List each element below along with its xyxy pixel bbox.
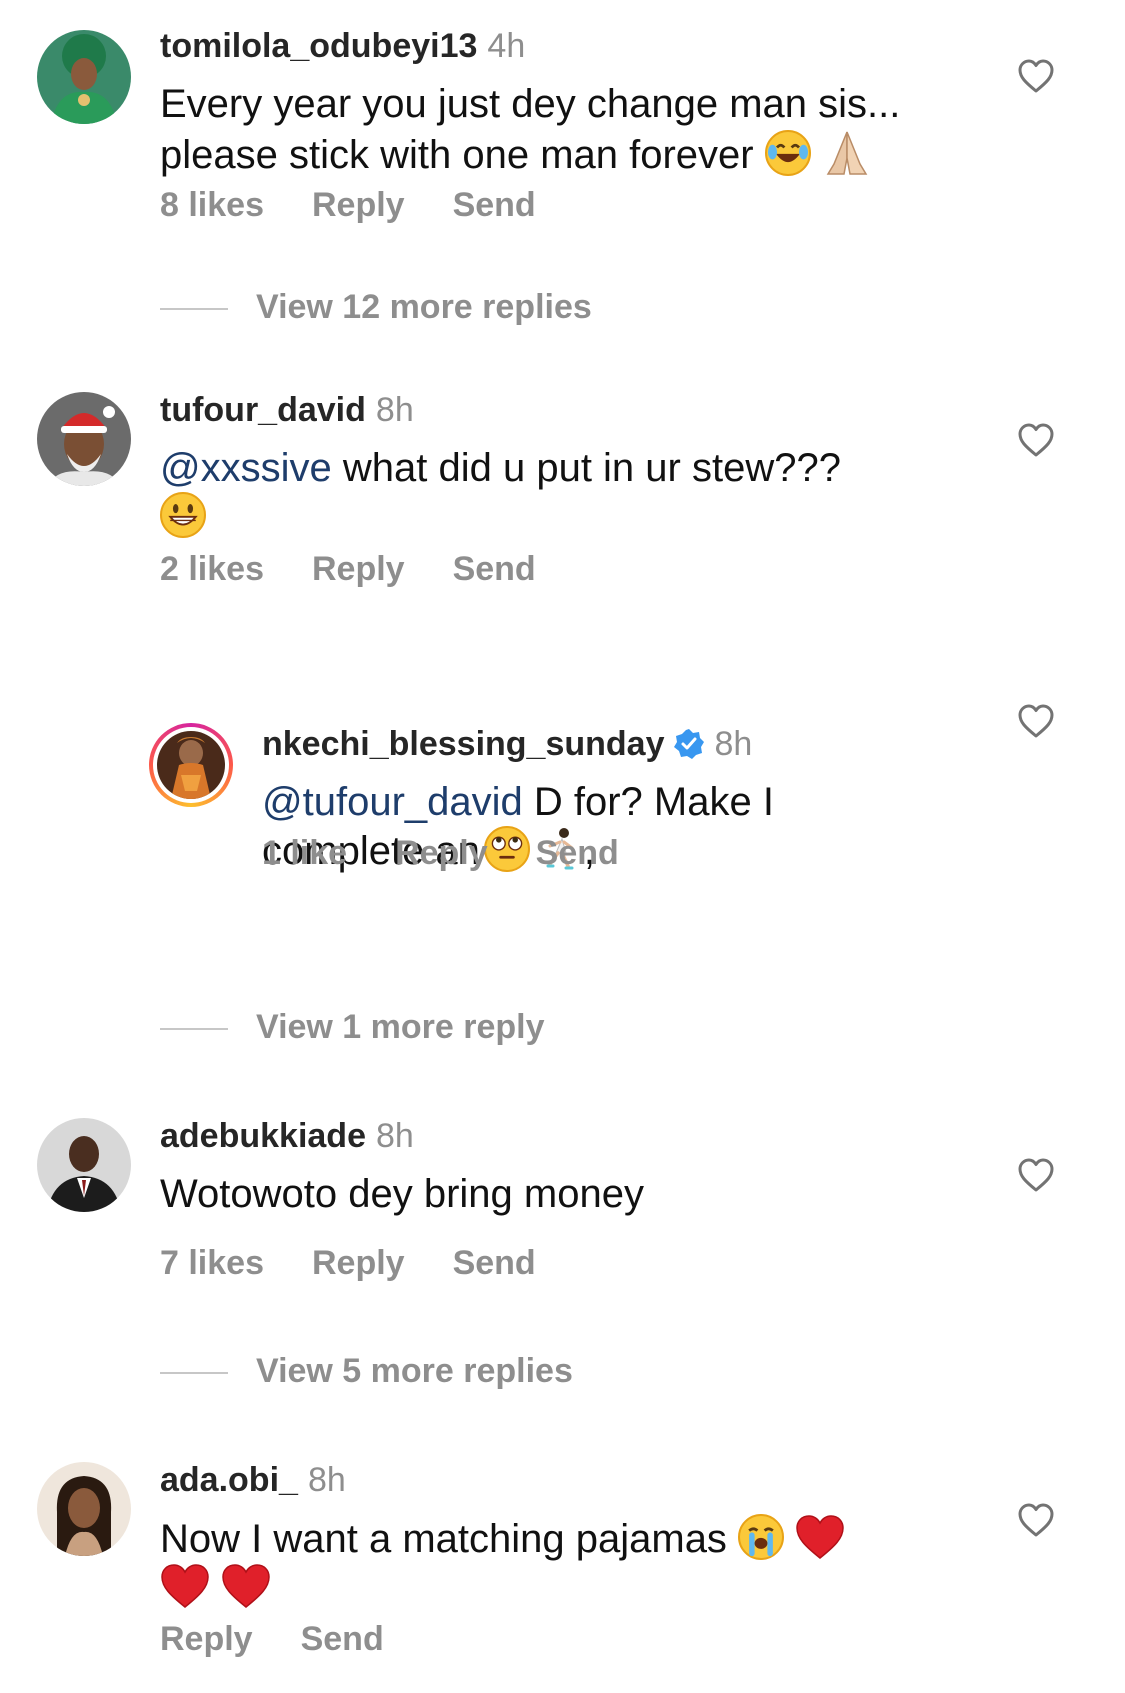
comment-actions: 1 like Reply Send <box>262 834 667 873</box>
divider <box>160 308 228 311</box>
likes-count[interactable]: 8 likes <box>160 186 264 224</box>
comment-header: tomilola_odubeyi13 4h <box>160 26 525 66</box>
timestamp: 8h <box>375 391 414 429</box>
divider <box>160 1028 228 1031</box>
username[interactable]: nkechi_blessing_sunday <box>262 725 665 763</box>
heart-icon[interactable] <box>1017 703 1055 739</box>
send-button[interactable]: Send <box>453 1244 536 1282</box>
verified-badge-icon <box>673 728 705 760</box>
divider <box>160 1372 228 1375</box>
comment-actions: 8 likes Reply Send <box>160 186 584 225</box>
comment-text: Wotowoto dey bring money <box>160 1170 960 1218</box>
send-button[interactable]: Send <box>453 550 536 588</box>
comment-actions: 7 likes Reply Send <box>160 1244 584 1283</box>
view-replies-label: View 5 more replies <box>256 1352 573 1390</box>
mention-link[interactable]: @xxssive <box>160 446 332 490</box>
view-more-replies[interactable]: View 12 more replies <box>160 288 592 328</box>
reply-button[interactable]: Reply <box>312 550 405 588</box>
heart-icon[interactable] <box>1017 1502 1055 1538</box>
red-heart-emoji <box>795 1514 845 1560</box>
comment-actions: 2 likes Reply Send <box>160 550 584 589</box>
comment-actions: Reply Send <box>160 1620 432 1659</box>
send-button[interactable]: Send <box>301 1620 384 1658</box>
username[interactable]: tomilola_odubeyi13 <box>160 27 477 65</box>
reply-button[interactable]: Reply <box>312 186 405 224</box>
username[interactable]: tufour_david <box>160 391 366 429</box>
view-more-replies[interactable]: View 5 more replies <box>160 1352 573 1392</box>
comment-header: nkechi_blessing_sunday 8h <box>262 724 752 764</box>
timestamp: 8h <box>307 1461 346 1499</box>
view-replies-label: View 12 more replies <box>256 288 592 326</box>
avatar[interactable] <box>37 392 131 486</box>
comment-text: Every year you just dey change man sis..… <box>160 80 960 179</box>
send-button[interactable]: Send <box>453 186 536 224</box>
view-more-replies[interactable]: View 1 more reply <box>160 1008 545 1048</box>
avatar[interactable] <box>37 1462 131 1556</box>
comment-text: @xxssive what did u put in ur stew??? <box>160 444 960 541</box>
reply-button[interactable]: Reply <box>160 1620 253 1658</box>
username[interactable]: adebukkiade <box>160 1117 366 1155</box>
send-button[interactable]: Send <box>536 834 619 872</box>
loudly-crying-emoji <box>738 1514 785 1560</box>
tears-of-joy-emoji <box>764 130 811 176</box>
avatar-inner <box>153 727 229 803</box>
red-heart-emoji <box>160 1563 210 1609</box>
comment-text-line: please stick with one man forever <box>160 133 754 177</box>
avatar <box>157 731 225 799</box>
heart-icon[interactable] <box>1017 58 1055 94</box>
timestamp: 4h <box>487 27 526 65</box>
comment-header: adebukkiade 8h <box>160 1116 414 1156</box>
red-heart-emoji <box>221 1563 271 1609</box>
comment-text-line: Every year you just dey change man sis..… <box>160 82 901 126</box>
reply-button[interactable]: Reply <box>395 834 488 872</box>
comment-text-line: Wotowoto dey bring money <box>160 1172 644 1216</box>
likes-count[interactable]: 2 likes <box>160 550 264 588</box>
username[interactable]: ada.obi_ <box>160 1461 298 1499</box>
avatar[interactable] <box>37 1118 131 1212</box>
likes-count[interactable]: 7 likes <box>160 1244 264 1282</box>
comment-header: tufour_david 8h <box>160 390 414 430</box>
avatar[interactable] <box>37 30 131 124</box>
timestamp: 8h <box>375 1117 414 1155</box>
reply-button[interactable]: Reply <box>312 1244 405 1282</box>
likes-count[interactable]: 1 like <box>262 834 347 872</box>
comment-text: Now I want a matching pajamas <box>160 1514 960 1612</box>
avatar-story-ring[interactable] <box>149 723 233 807</box>
comment-text-line: Now I want a matching pajamas <box>160 1517 727 1561</box>
folded-hands-emoji <box>822 128 872 178</box>
heart-icon[interactable] <box>1017 1157 1055 1193</box>
comment-header: ada.obi_ 8h <box>160 1460 346 1500</box>
comment-text-line: what did u put in ur stew??? <box>331 446 841 490</box>
timestamp: 8h <box>714 725 753 763</box>
heart-icon[interactable] <box>1017 422 1055 458</box>
grinning-face-emoji <box>160 492 206 538</box>
view-replies-label: View 1 more reply <box>256 1008 545 1046</box>
comment-text-line: D for? Make I <box>522 780 774 824</box>
mention-link[interactable]: @tufour_david <box>262 780 523 824</box>
